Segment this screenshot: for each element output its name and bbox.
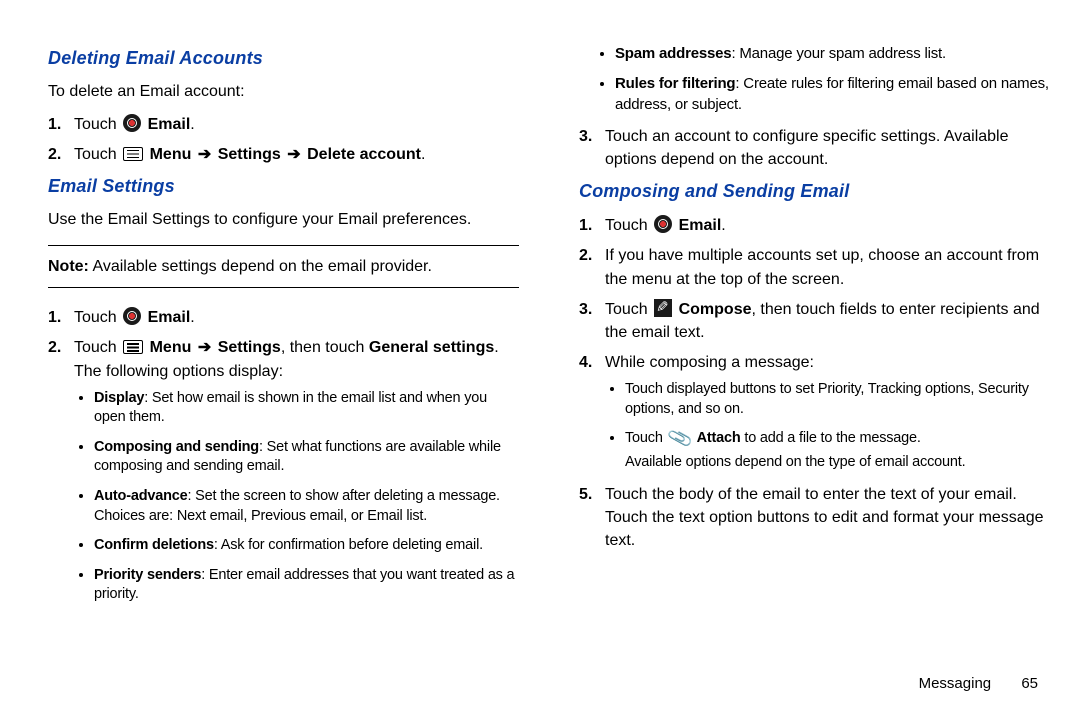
footer-page-number: 65: [1021, 675, 1038, 692]
label-email: Email: [148, 116, 191, 133]
list-item: Spam addresses: Manage your spam address…: [615, 44, 1050, 64]
compose-steps: 1. Touch Email. 2. If you have multiple …: [579, 214, 1050, 552]
note-text: Available settings depend on the email p…: [89, 258, 432, 275]
settings-steps: 1. Touch Email. 2. Touch Menu ➔ Settings…: [48, 306, 519, 605]
label-email: Email: [679, 217, 722, 234]
arrow-icon: ➔: [198, 336, 211, 359]
step-2: 2. Touch Menu ➔ Settings ➔ Delete accoun…: [74, 143, 519, 166]
right-column: Spam addresses: Manage your spam address…: [579, 40, 1050, 615]
label-delete-account: Delete account: [307, 146, 421, 163]
menu-icon: [123, 147, 143, 161]
opt-text: : Ask for confirmation before deleting e…: [214, 537, 483, 553]
opt-label: Auto-advance: [94, 488, 187, 504]
text: Touch: [605, 217, 652, 234]
label-menu: Menu: [150, 339, 192, 356]
list-item: Touch displayed buttons to set Priority,…: [625, 380, 1050, 419]
opt-label: Composing and sending: [94, 439, 259, 455]
sub-note: Available options depend on the type of …: [625, 453, 1050, 473]
text: While composing a message:: [605, 354, 814, 371]
step-3: 3. Touch an account to configure specifi…: [605, 125, 1050, 171]
list-item: Display: Set how email is shown in the e…: [94, 389, 519, 428]
step-number: 3.: [579, 125, 592, 148]
step-1: 1. Touch Email.: [605, 214, 1050, 237]
step-2: 2. If you have multiple accounts set up,…: [605, 244, 1050, 290]
text: Touch: [74, 146, 121, 163]
list-item: Rules for filtering: Create rules for fi…: [615, 74, 1050, 115]
step-number: 1.: [48, 306, 61, 329]
footer-section: Messaging: [919, 675, 992, 692]
label-settings: Settings: [218, 339, 281, 356]
step-number: 2.: [48, 143, 61, 166]
text: Touch an account to configure specific s…: [605, 128, 1009, 168]
step-number: 5.: [579, 483, 592, 506]
text: Touch displayed buttons to set Priority,…: [625, 381, 1029, 417]
text: Touch the body of the email to enter the…: [605, 486, 1043, 549]
step-3: 3. Touch Compose, then touch fields to e…: [605, 298, 1050, 344]
text: Touch: [625, 430, 667, 446]
compose-sublist: Touch displayed buttons to set Priority,…: [605, 380, 1050, 472]
text: , then touch: [281, 339, 369, 356]
left-column: Deleting Email Accounts To delete an Ema…: [48, 40, 519, 615]
intro-settings: Use the Email Settings to configure your…: [48, 209, 519, 231]
note-box: Note: Available settings depend on the e…: [48, 245, 519, 289]
intro-delete: To delete an Email account:: [48, 81, 519, 103]
note-label: Note:: [48, 258, 89, 275]
step-number: 4.: [579, 351, 592, 374]
opt-label: Spam addresses: [615, 45, 731, 62]
step-5: 5. Touch the body of the email to enter …: [605, 483, 1050, 553]
step-number: 1.: [579, 214, 592, 237]
opt-label: Confirm deletions: [94, 537, 214, 553]
label-attach: Attach: [697, 430, 741, 446]
attach-icon: 📎: [666, 426, 693, 451]
text: Touch: [74, 309, 121, 326]
list-item: Touch 📎 Attach to add a file to the mess…: [625, 429, 1050, 472]
page-footer: Messaging 65: [919, 675, 1038, 692]
text: Touch: [74, 339, 121, 356]
opt-label: Display: [94, 390, 144, 406]
compose-icon: [654, 299, 672, 317]
heading-email-settings: Email Settings: [48, 176, 519, 197]
opt-text: : Manage your spam address list.: [731, 45, 946, 62]
text: Touch: [74, 116, 121, 133]
step-number: 2.: [579, 244, 592, 267]
step-1: 1. Touch Email.: [74, 113, 519, 136]
heading-deleting: Deleting Email Accounts: [48, 48, 519, 69]
step-1: 1. Touch Email.: [74, 306, 519, 329]
settings-step-3: 3. Touch an account to configure specifi…: [579, 125, 1050, 171]
email-icon: [123, 307, 141, 325]
list-item: Priority senders: Enter email addresses …: [94, 566, 519, 605]
label-email: Email: [148, 309, 191, 326]
text: If you have multiple accounts set up, ch…: [605, 247, 1039, 287]
text: Touch: [605, 301, 652, 318]
heading-composing: Composing and Sending Email: [579, 181, 1050, 202]
step-number: 3.: [579, 298, 592, 321]
opt-label: Priority senders: [94, 567, 201, 583]
list-item: Composing and sending: Set what function…: [94, 438, 519, 477]
list-item: Auto-advance: Set the screen to show aft…: [94, 487, 519, 526]
step-number: 2.: [48, 336, 61, 359]
delete-steps: 1. Touch Email. 2. Touch Menu ➔ Settings…: [48, 113, 519, 166]
email-icon: [654, 215, 672, 233]
label-settings: Settings: [218, 146, 281, 163]
step-2: 2. Touch Menu ➔ Settings, then touch Gen…: [74, 336, 519, 604]
text: to add a file to the message.: [744, 430, 920, 446]
arrow-icon: ➔: [198, 143, 211, 166]
opt-label: Rules for filtering: [615, 75, 735, 92]
general-settings-list: Display: Set how email is shown in the e…: [74, 389, 519, 605]
arrow-icon: ➔: [287, 143, 300, 166]
step-number: 1.: [48, 113, 61, 136]
step-4: 4. While composing a message: Touch disp…: [605, 351, 1050, 472]
label-compose: Compose: [679, 301, 752, 318]
menu-icon: [123, 340, 143, 354]
email-icon: [123, 114, 141, 132]
label-menu: Menu: [150, 146, 192, 163]
opt-text: : Set how email is shown in the email li…: [94, 390, 487, 426]
list-item: Confirm deletions: Ask for confirmation …: [94, 536, 519, 556]
settings-list-continued: Spam addresses: Manage your spam address…: [579, 44, 1050, 115]
label-general: General settings: [369, 339, 494, 356]
